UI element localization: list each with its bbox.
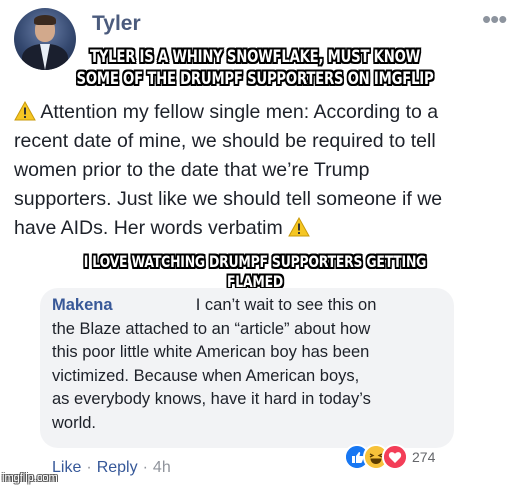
post-text-line: have AIDs. Her words verbatim: [14, 214, 494, 243]
comment-line-2: the Blaze attached to an “article” about…: [52, 319, 371, 338]
meme-caption-middle: I LOVE WATCHING DRUMPF SUPPORTERS GETTIN…: [83, 252, 427, 291]
comment-timestamp[interactable]: 4h: [153, 459, 171, 476]
love-reaction-icon: [382, 444, 408, 470]
meme-caption-top-line1: TYLER IS A WHINY SNOWFLAKE, MUST KNOW: [89, 47, 421, 67]
imgflip-watermark: imgflip.com: [2, 472, 58, 484]
post-text-line-5: have AIDs. Her words verbatim: [14, 217, 283, 239]
comment-first-line: Makena I can’t wait to see this on: [52, 294, 452, 318]
action-separator: ·: [142, 459, 148, 476]
post-text-line-3: women prior to the date that we’re Trump: [14, 159, 370, 181]
warning-icon: [288, 217, 311, 237]
reply-link[interactable]: Reply: [97, 459, 138, 476]
post-text-line: Attention my fellow single men: Accordin…: [14, 98, 494, 127]
comment-actions: Like · Reply · 4h: [52, 459, 171, 477]
post-text: Attention my fellow single men: Accordin…: [14, 98, 494, 243]
warning-icon: [14, 101, 36, 121]
reactions-summary[interactable]: 274: [344, 444, 435, 470]
comment-line-1: I can’t wait to see this on: [195, 296, 377, 314]
comment-line-6: world.: [52, 413, 97, 432]
meme-caption-top-line2: SOME OF THE DRUMPF SUPPORTERS ON IMGFLIP: [76, 69, 434, 89]
action-separator: ·: [86, 459, 92, 476]
meme-caption-top: TYLER IS A WHINY SNOWFLAKE, MUST KNOW SO…: [56, 46, 454, 90]
post-text-line-2: recent date of mine, we should be requir…: [14, 130, 436, 152]
post-text-line-4: supporters. Just like we should tell som…: [14, 188, 443, 210]
avatar-hair: [34, 15, 56, 25]
post-text-line-1: Attention my fellow single men: Accordin…: [40, 101, 439, 123]
comment-author[interactable]: Makena: [52, 296, 113, 314]
comment-text: Makena I can’t wait to see this on the B…: [52, 294, 452, 435]
more-dots-icon[interactable]: •••: [482, 4, 507, 35]
comment-line-4: victimized. Because when American boys,: [52, 366, 360, 385]
comment-line-3: this poor little white American boy has …: [52, 343, 370, 361]
reaction-count: 274: [412, 449, 436, 465]
comment-line-5: as everybody knows, have it hard in toda…: [52, 390, 371, 408]
poster-name[interactable]: Tyler: [92, 12, 141, 36]
